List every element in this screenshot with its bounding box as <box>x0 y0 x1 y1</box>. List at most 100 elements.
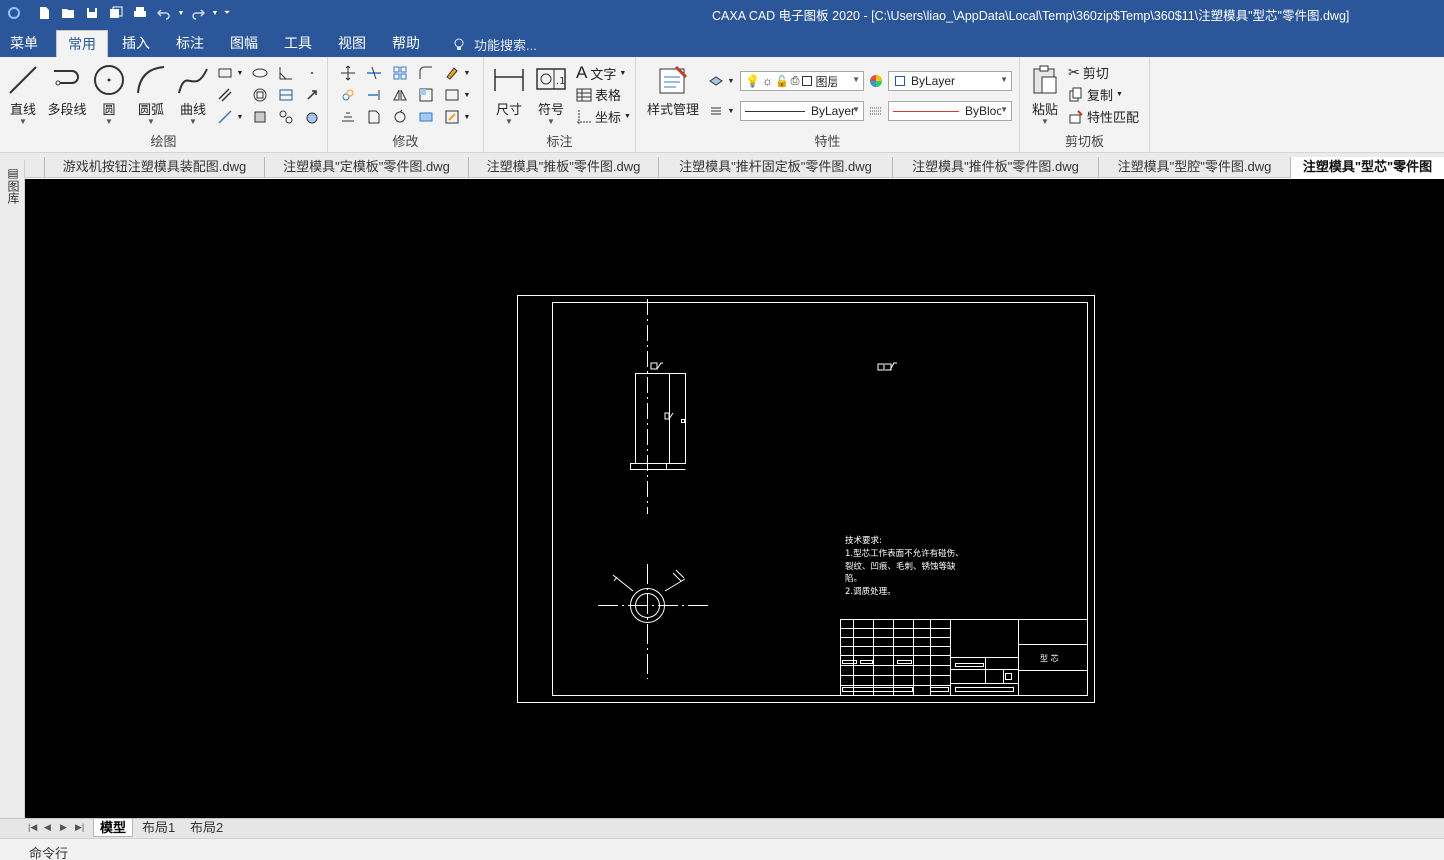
chevron-down-icon[interactable]: ▼ <box>235 107 245 127</box>
tab-menu[interactable]: 菜单 <box>0 30 48 57</box>
tab-annotate[interactable]: 标注 <box>166 30 214 57</box>
cut-label: 剪切 <box>1082 66 1109 81</box>
command-line[interactable]: 命令行 <box>0 838 1444 860</box>
doc-tab-cavity[interactable]: 注塑模具"型腔"零件图.dwg <box>1098 157 1290 178</box>
doc-tab-ejector-retainer[interactable]: 注塑模具"推杆固定板"零件图.dwg <box>658 157 892 178</box>
tab-sheet[interactable]: 图幅 <box>220 30 268 57</box>
tab-view[interactable]: 视图 <box>328 30 376 57</box>
copy-object-icon[interactable] <box>338 85 358 105</box>
save-all-icon[interactable] <box>104 3 128 23</box>
stretch-icon[interactable] <box>364 107 384 127</box>
construction-line-icon[interactable] <box>215 107 235 127</box>
library-panel-toggle[interactable]: ▤图库 <box>5 166 20 204</box>
tab-insert[interactable]: 插入 <box>112 30 160 57</box>
chamfer-icon[interactable] <box>442 85 462 105</box>
layout-tab-layout2[interactable]: 布局2 <box>184 819 229 837</box>
new-file-icon[interactable] <box>32 3 56 23</box>
line-button[interactable]: 直线 ▼ <box>6 63 40 126</box>
doc-tab-core[interactable]: 注塑模具"型芯"零件图 <box>1290 157 1444 178</box>
symbol-button[interactable]: .1 符号 ▼ <box>534 63 568 126</box>
undo-dropdown-icon[interactable]: ▼ <box>176 3 186 23</box>
prev-layout-icon[interactable]: ◀ <box>44 822 51 833</box>
chevron-down-icon: ▼ <box>852 75 860 84</box>
tab-common[interactable]: 常用 <box>56 30 108 57</box>
fillet-icon[interactable] <box>416 63 436 83</box>
table-button[interactable]: 表格 <box>576 85 621 104</box>
drawing-canvas[interactable]: 技术要求: 1.型芯工作表面不允许有碰伤、 裂纹、凹痕、毛刺、锈蚀等缺 陷。 2… <box>25 179 1444 818</box>
trim-icon[interactable] <box>364 63 384 83</box>
lineweight-select[interactable]: ByBlock ▼ <box>888 101 1012 121</box>
linetype-select[interactable]: ByLayer ▼ <box>740 101 864 121</box>
tab-tools[interactable]: 工具 <box>274 30 322 57</box>
polyline-button[interactable]: 多段线 <box>46 63 88 118</box>
offset-icon[interactable] <box>338 107 358 127</box>
hatch-icon[interactable] <box>250 85 270 105</box>
array-icon[interactable] <box>390 63 410 83</box>
redo-dropdown-icon[interactable]: ▼ <box>210 3 220 23</box>
customize-qat-icon[interactable]: ⏷ <box>220 3 234 23</box>
mirror-icon[interactable] <box>390 85 410 105</box>
coordinate-button[interactable]: 坐标 ▼ <box>576 107 631 126</box>
boundary-icon[interactable] <box>250 107 270 127</box>
tab-help[interactable]: 帮助 <box>382 30 430 57</box>
layer-tools-icon[interactable] <box>706 71 726 91</box>
layer-select[interactable]: 💡 ☼ 🔓 ⎙ 图层 ▼ <box>740 71 864 91</box>
color-wheel-icon[interactable] <box>866 71 886 91</box>
dimension-button[interactable]: 尺寸 ▼ <box>492 63 526 126</box>
save-icon[interactable] <box>80 3 104 23</box>
edit-properties-icon[interactable] <box>442 107 462 127</box>
redo-icon[interactable] <box>186 3 210 23</box>
next-layout-icon[interactable]: ▶ <box>60 822 67 833</box>
eraser-icon[interactable] <box>442 63 462 83</box>
chevron-down-icon[interactable]: ▼ <box>462 85 472 105</box>
match-properties-label: 特性匹配 <box>1087 110 1140 125</box>
layout-tab-model[interactable]: 模型 <box>93 819 134 837</box>
layout-tab-layout1[interactable]: 布局1 <box>136 819 181 837</box>
revision-cloud-icon[interactable] <box>302 107 322 127</box>
search-input[interactable]: 功能搜索... <box>474 35 537 54</box>
arc-button[interactable]: 圆弧 ▼ <box>134 63 168 126</box>
doc-tab-push-plate[interactable]: 注塑模具"推板"零件图.dwg <box>468 157 658 178</box>
open-folder-icon[interactable] <box>56 3 80 23</box>
style-manager-button[interactable]: 样式管理 <box>642 63 704 118</box>
pointer-arrow-icon[interactable] <box>302 85 322 105</box>
chevron-down-icon[interactable]: ▼ <box>726 101 736 121</box>
parallel-line-icon[interactable] <box>215 85 235 105</box>
chevron-down-icon[interactable]: ▼ <box>235 63 245 83</box>
chevron-down-icon[interactable]: ▼ <box>726 71 736 91</box>
rotate-icon[interactable] <box>390 107 410 127</box>
undo-icon[interactable] <box>152 3 176 23</box>
doc-tab-assembly[interactable]: 游戏机按钮注塑模具装配图.dwg <box>44 157 264 178</box>
circle-button[interactable]: 圆 ▼ <box>92 63 126 126</box>
extend-icon[interactable] <box>364 85 384 105</box>
block-icon[interactable] <box>276 85 296 105</box>
feature-search[interactable]: 功能搜索... <box>452 35 537 54</box>
print-icon[interactable] <box>128 3 152 23</box>
copy-button[interactable]: 复制 ▼ <box>1068 85 1123 104</box>
curve-button[interactable]: 曲线 ▼ <box>176 63 210 126</box>
chevron-down-icon[interactable]: ▼ <box>462 107 472 127</box>
color-select[interactable]: ByLayer ▼ <box>888 71 1012 91</box>
chevron-down-icon[interactable]: ▼ <box>462 63 472 83</box>
match-properties-button[interactable]: 特性匹配 <box>1068 107 1139 126</box>
first-layout-icon[interactable]: |◀ <box>28 822 37 833</box>
move-icon[interactable] <box>338 63 358 83</box>
point-icon[interactable] <box>302 63 322 83</box>
doc-tab-stripper-plate[interactable]: 注塑模具"推件板"零件图.dwg <box>892 157 1098 178</box>
explode-icon[interactable] <box>416 107 436 127</box>
doc-tab-fixed-plate[interactable]: 注塑模具"定模板"零件图.dwg <box>264 157 468 178</box>
last-layout-icon[interactable]: ▶| <box>75 822 84 833</box>
drawing-sheet[interactable]: 技术要求: 1.型芯工作表面不允许有碰伤、 裂纹、凹痕、毛刺、锈蚀等缺 陷。 2… <box>25 179 1444 818</box>
app-logo-icon[interactable] <box>2 3 26 23</box>
lineweight-icon[interactable] <box>866 101 886 121</box>
cut-button[interactable]: ✂ 剪切 <box>1068 63 1109 82</box>
text-button[interactable]: A 文字 ▼ <box>576 63 626 83</box>
rectangle-icon[interactable] <box>215 63 235 83</box>
scale-icon[interactable] <box>416 85 436 105</box>
polyline-icon <box>54 70 79 86</box>
corner-line-icon[interactable] <box>276 63 296 83</box>
paste-button[interactable]: 粘贴 ▼ <box>1028 63 1062 126</box>
spline-points-icon[interactable] <box>276 107 296 127</box>
ellipse-icon[interactable] <box>250 63 270 83</box>
line-settings-icon[interactable] <box>706 101 726 121</box>
